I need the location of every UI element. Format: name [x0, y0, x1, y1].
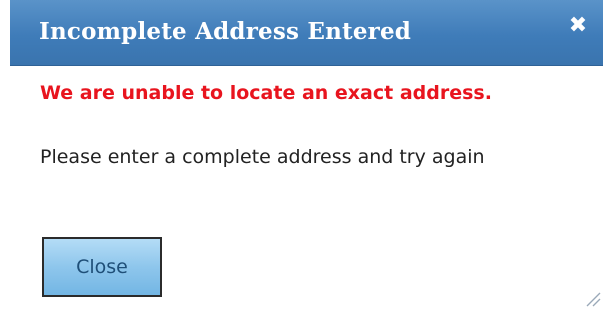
- dialog-left-edge: [0, 0, 10, 66]
- close-button[interactable]: Close: [42, 237, 162, 297]
- incomplete-address-dialog: Incomplete Address Entered ✖ We are unab…: [0, 0, 603, 309]
- dialog-titlebar[interactable]: Incomplete Address Entered ✖: [10, 0, 603, 66]
- info-message: Please enter a complete address and try …: [40, 146, 485, 168]
- resize-grip-icon[interactable]: [585, 291, 601, 307]
- error-message: We are unable to locate an exact address…: [40, 82, 492, 104]
- close-icon[interactable]: ✖: [567, 15, 589, 37]
- dialog-title: Incomplete Address Entered: [39, 18, 412, 45]
